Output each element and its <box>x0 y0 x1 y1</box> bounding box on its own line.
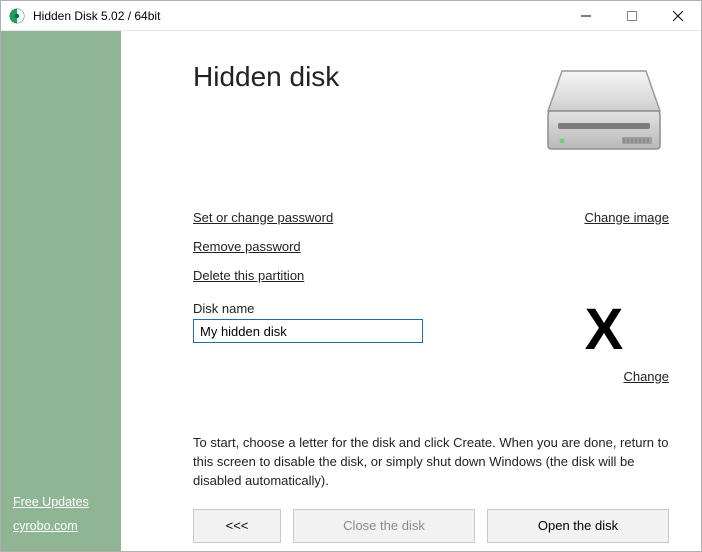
window-title: Hidden Disk 5.02 / 64bit <box>33 9 563 23</box>
minimize-button[interactable] <box>563 1 609 30</box>
title-bar: Hidden Disk 5.02 / 64bit <box>1 1 701 31</box>
sidebar: Free Updates cyrobo.com <box>1 31 121 551</box>
free-updates-link[interactable]: Free Updates <box>13 495 109 509</box>
app-icon <box>9 8 25 24</box>
disk-name-label: Disk name <box>193 301 539 316</box>
change-letter-link[interactable]: Change <box>623 369 669 384</box>
hint-text: To start, choose a letter for the disk a… <box>193 434 669 491</box>
disk-drive-icon <box>544 61 664 164</box>
maximize-button[interactable] <box>609 1 655 30</box>
page-heading: Hidden disk <box>193 61 539 154</box>
disk-name-input[interactable] <box>193 319 423 343</box>
change-image-link[interactable]: Change image <box>584 210 669 225</box>
drive-letter-display: X <box>585 301 624 359</box>
remove-password-link[interactable]: Remove password <box>193 239 539 254</box>
set-change-password-link[interactable]: Set or change password <box>193 210 539 225</box>
close-disk-button[interactable]: Close the disk <box>293 509 475 543</box>
delete-partition-link[interactable]: Delete this partition <box>193 268 539 283</box>
back-button[interactable]: <<< <box>193 509 281 543</box>
open-disk-button[interactable]: Open the disk <box>487 509 669 543</box>
close-button[interactable] <box>655 1 701 30</box>
main-panel: Hidden disk <box>121 31 701 551</box>
site-link[interactable]: cyrobo.com <box>13 519 109 533</box>
